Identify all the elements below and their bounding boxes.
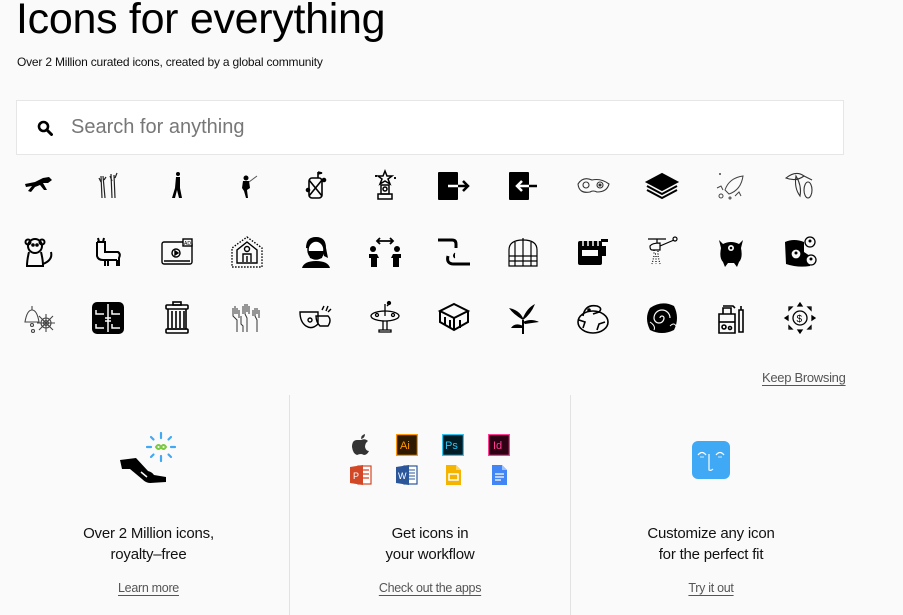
svg-text:Ps: Ps xyxy=(445,440,458,452)
page: Icons for everything Over 2 Million cura… xyxy=(0,0,903,615)
page-subtitle: Over 2 Million curated icons, created by… xyxy=(17,55,323,69)
svg-text:AD: AD xyxy=(184,241,191,247)
learn-more-link[interactable]: Learn more xyxy=(118,581,179,595)
stove-icon[interactable] xyxy=(575,234,611,270)
monkey-icon[interactable] xyxy=(21,234,57,270)
google-slides-icon[interactable] xyxy=(442,464,464,486)
monster-icon[interactable] xyxy=(713,234,749,270)
svg-text:Ai: Ai xyxy=(400,440,410,452)
sandwich-icon[interactable] xyxy=(644,168,680,204)
face-customize-icon xyxy=(692,441,730,479)
feature-title: Customize any icon for the perfect fit xyxy=(571,523,851,565)
feature-title: Get icons in your workflow xyxy=(290,523,570,565)
svg-text:Id: Id xyxy=(493,440,502,452)
search-bar[interactable] xyxy=(16,100,844,155)
rocket-sketch-icon[interactable] xyxy=(713,168,749,204)
cacao-plant-icon[interactable] xyxy=(782,168,818,204)
dancer-icon[interactable] xyxy=(229,168,265,204)
feature-customize: Customize any icon for the perfect fit T… xyxy=(570,395,851,615)
wash-hands-icon[interactable] xyxy=(436,234,472,270)
indesign-icon[interactable]: Id xyxy=(488,434,510,456)
dinosaur-egg-icon[interactable] xyxy=(575,300,611,336)
virus-handshake-icon[interactable] xyxy=(298,300,334,336)
trash-can-icon[interactable] xyxy=(159,300,195,336)
try-it-out-link[interactable]: Try it out xyxy=(688,581,733,595)
feature-title: Over 2 Million icons, royalty–free xyxy=(8,523,289,565)
feature-title-line: your workflow xyxy=(385,546,475,563)
group-network-icon[interactable] xyxy=(782,234,818,270)
feature-title-line: royalty–free xyxy=(110,546,187,563)
feature-royalty-free: Over 2 Million icons, royalty–free Learn… xyxy=(8,395,289,615)
word-icon[interactable]: W xyxy=(396,464,418,486)
icon-grid: AD $ xyxy=(21,168,851,336)
raised-hands-icon[interactable] xyxy=(229,300,265,336)
search-input[interactable] xyxy=(71,116,771,139)
helicopter-water-icon[interactable] xyxy=(644,234,680,270)
check-out-apps-link[interactable]: Check out the apps xyxy=(379,581,482,595)
apple-icon[interactable] xyxy=(350,434,372,456)
social-distance-icon[interactable] xyxy=(367,234,403,270)
building-icon[interactable] xyxy=(436,300,472,336)
feature-title-line: Over 2 Million icons, xyxy=(83,525,214,542)
feature-title-line: for the perfect fit xyxy=(658,546,764,563)
llama-icon[interactable] xyxy=(90,234,126,270)
video-ad-icon[interactable]: AD xyxy=(159,234,195,270)
features-section: Over 2 Million icons, royalty–free Learn… xyxy=(8,395,851,615)
app-icons: Ai Ps Id P W xyxy=(350,434,510,486)
feature-title-line: Get icons in xyxy=(391,525,469,542)
woman-mask-icon[interactable] xyxy=(298,234,334,270)
greenhouse-icon[interactable] xyxy=(505,234,541,270)
svg-text:W: W xyxy=(398,471,407,481)
eye-mask-icon[interactable] xyxy=(575,168,611,204)
grasshopper-icon[interactable] xyxy=(21,168,57,204)
trophy-star-icon[interactable] xyxy=(367,168,403,204)
svg-text:P: P xyxy=(353,471,359,481)
fountain-icon[interactable] xyxy=(367,300,403,336)
hand-infinity-icon xyxy=(119,431,176,483)
feature-title-line: Customize any icon xyxy=(647,525,775,542)
page-title: Icons for everything xyxy=(16,0,386,43)
galaxy-icon[interactable] xyxy=(644,300,680,336)
drum-icon[interactable] xyxy=(298,168,334,204)
spray-bottle-icon[interactable] xyxy=(713,300,749,336)
dollar-growth-icon[interactable]: $ xyxy=(782,300,818,336)
exit-door-icon[interactable] xyxy=(436,168,472,204)
woman-standing-icon[interactable] xyxy=(159,168,195,204)
dancers-icon[interactable] xyxy=(90,168,126,204)
illustrator-icon[interactable]: Ai xyxy=(396,434,418,456)
feature-art: Ai Ps Id P W xyxy=(290,425,570,495)
stay-home-icon[interactable] xyxy=(229,234,265,270)
photoshop-icon[interactable]: Ps xyxy=(442,434,464,456)
powerpoint-icon[interactable]: P xyxy=(350,464,372,486)
search-icon[interactable] xyxy=(37,120,53,136)
bunk-beds-icon[interactable] xyxy=(90,300,126,336)
enter-door-icon[interactable] xyxy=(505,168,541,204)
bird-of-paradise-icon[interactable] xyxy=(505,300,541,336)
keep-browsing-link[interactable]: Keep Browsing xyxy=(762,370,846,385)
svg-text:$: $ xyxy=(797,314,803,325)
feature-art xyxy=(8,425,289,495)
halloween-bell-icon[interactable] xyxy=(21,300,57,336)
feature-workflow: Ai Ps Id P W Get icons in your workflow … xyxy=(289,395,570,615)
google-docs-icon[interactable] xyxy=(488,464,510,486)
feature-art xyxy=(571,425,851,495)
